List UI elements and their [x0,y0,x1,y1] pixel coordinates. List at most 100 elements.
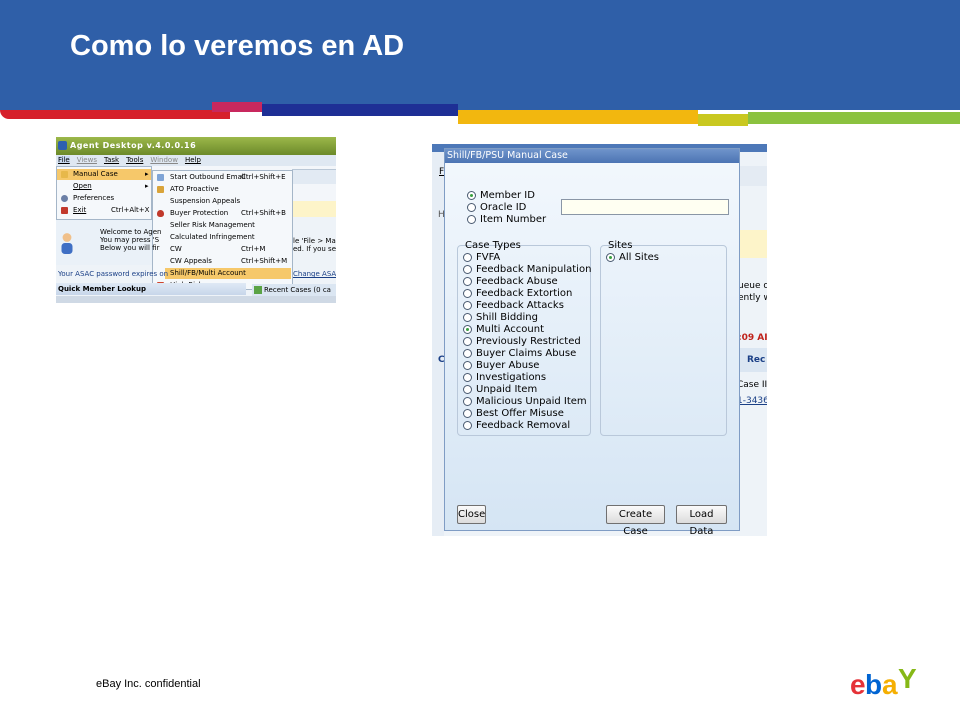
radio-label: Buyer Claims Abuse [476,348,577,359]
agent-desktop-menubar: File Views Task Tools Window Help [56,155,336,166]
radio-button[interactable] [463,361,472,370]
radio-button[interactable] [463,301,472,310]
app-icon [58,141,67,150]
case-types-label: Case Types [465,240,521,251]
color-stripe-green [748,112,960,124]
menu-item-open[interactable]: Open ▸ [57,181,151,192]
agent-desktop-toolbar [292,169,336,184]
menu-item-manual-case[interactable]: Manual Case ▸ [57,169,151,180]
submenu-item-start-outbound-email[interactable]: Start Outbound Email Ctrl+Shift+E [153,172,292,183]
menu-item-exit[interactable]: Exit Ctrl+Alt+X [57,205,151,216]
recent-cases-label: Recent Cases (0 ca [264,286,331,294]
menu-item-label: Preferences [73,194,115,202]
radio-label: Feedback Abuse [476,276,558,287]
radio-label: Shill Bidding [476,312,538,323]
submenu-item-calculated-infringement[interactable]: Calculated Infringement [153,232,292,243]
radio-label: Previously Restricted [476,336,581,347]
menu-file[interactable]: File [58,156,70,164]
radio-button[interactable] [463,373,472,382]
menu-item-preferences[interactable]: Preferences [57,193,151,204]
change-asac-link[interactable]: Change ASAC [293,270,336,278]
submenu-item-label: Seller Risk Management [170,221,255,229]
submenu-item-label: CW [170,245,182,253]
radio-label: Item Number [480,214,547,225]
submenu-item-shill-fb-multi-account[interactable]: Shill/FB/Multi Account [165,268,291,279]
recent-cases-tab[interactable]: Recent Cases (0 ca [252,284,336,296]
radio-button[interactable] [463,385,472,394]
radio-button[interactable] [463,409,472,418]
menu-help[interactable]: Help [185,156,201,164]
color-stripe-blue [262,104,458,116]
submenu-item-suspension-appeals[interactable]: Suspension Appeals [153,196,292,207]
radio-label: Feedback Attacks [476,300,564,311]
quick-member-lookup-header[interactable]: Quick Member Lookup [56,283,246,295]
manual-case-submenu: Start Outbound Email Ctrl+Shift+E ATO Pr… [152,170,293,290]
submenu-item-label: CW Appeals [170,257,212,265]
menu-shortcut: Ctrl+Alt+X [111,206,150,214]
radio-button[interactable] [463,337,472,346]
load-data-button[interactable]: Load Data [676,505,727,536]
radio-label: Unpaid Item [476,384,538,395]
logo-letter-e: e [850,669,866,700]
bg-time-text: :09 AI [738,333,767,343]
radio-button[interactable] [463,349,472,358]
submenu-item-ato-proactive[interactable]: ATO Proactive [153,184,292,195]
create-case-button[interactable]: Create Case [606,505,665,536]
ebay-logo: e b a Y [850,664,917,700]
submenu-item-seller-risk-management[interactable]: Seller Risk Management [153,220,292,231]
radio-button[interactable] [463,313,472,322]
radio-button[interactable] [463,397,472,406]
radio-label: Oracle ID [480,202,527,213]
radio-button[interactable] [467,191,476,200]
recent-cases-icon [254,286,262,294]
mail-icon [157,174,164,181]
logo-letter-a: a [882,669,898,700]
menu-shortcut: Ctrl+Shift+B [241,209,286,217]
submenu-item-label: ATO Proactive [170,185,219,193]
welcome-line-2: You may press 'S [100,236,160,244]
menu-window[interactable]: Window [150,156,178,164]
gear-icon [61,195,68,202]
submenu-item-label: Calculated Infringement [170,233,255,241]
radio-button[interactable] [463,421,472,430]
submenu-item-cw-appeals[interactable]: CW Appeals Ctrl+Shift+M [153,256,292,267]
shield-icon [157,210,164,217]
radio-button[interactable] [467,203,476,212]
radio-label: Member ID [480,190,535,201]
sites-group [600,245,727,436]
menu-tools[interactable]: Tools [126,156,143,164]
menu-views[interactable]: Views [77,156,97,164]
radio-button[interactable] [467,215,476,224]
menu-item-label: Exit [73,206,87,214]
radio-label: Feedback Extortion [476,288,573,299]
agent-desktop-screenshot: Agent Desktop v.4.0.0.16 File Views Task To… [56,137,336,303]
bg-case-id-text: Case II [737,380,767,390]
bg-strip-yellow [738,230,767,258]
manual-case-dialog: Shill/FB/PSU Manual Case Member ID Oracl… [444,148,740,536]
lock-icon [157,186,164,193]
submenu-item-cw[interactable]: CW Ctrl+M [153,244,292,255]
slide-title: Como lo veremos en AD [70,30,405,62]
folder-icon [61,171,68,178]
radio-button[interactable] [463,289,472,298]
sites-label: Sites [608,240,633,251]
radio-button[interactable] [463,277,472,286]
radio-label: Buyer Abuse [476,360,540,371]
radio-label: Feedback Manipulation [476,264,592,275]
radio-button[interactable] [606,253,615,262]
radio-button[interactable] [463,253,472,262]
chevron-right-icon: ▸ [145,170,149,178]
radio-label: FVFA [476,252,501,263]
welcome-panel: Welcome to Agen You may press 'S Below y… [56,220,161,265]
member-id-input[interactable] [561,199,729,215]
logo-letter-y: Y [898,664,917,694]
radio-button[interactable] [463,325,472,334]
submenu-item-buyer-protection[interactable]: Buyer Protection Ctrl+Shift+B [153,208,292,219]
radio-label: Malicious Unpaid Item [476,396,587,407]
menu-task[interactable]: Task [104,156,119,164]
bg-case-link[interactable]: 1-3436 [737,396,767,406]
radio-label: All Sites [619,252,659,263]
slide-header: Como lo veremos en AD [0,0,960,110]
close-button[interactable]: Close [457,505,486,524]
radio-button[interactable] [463,265,472,274]
